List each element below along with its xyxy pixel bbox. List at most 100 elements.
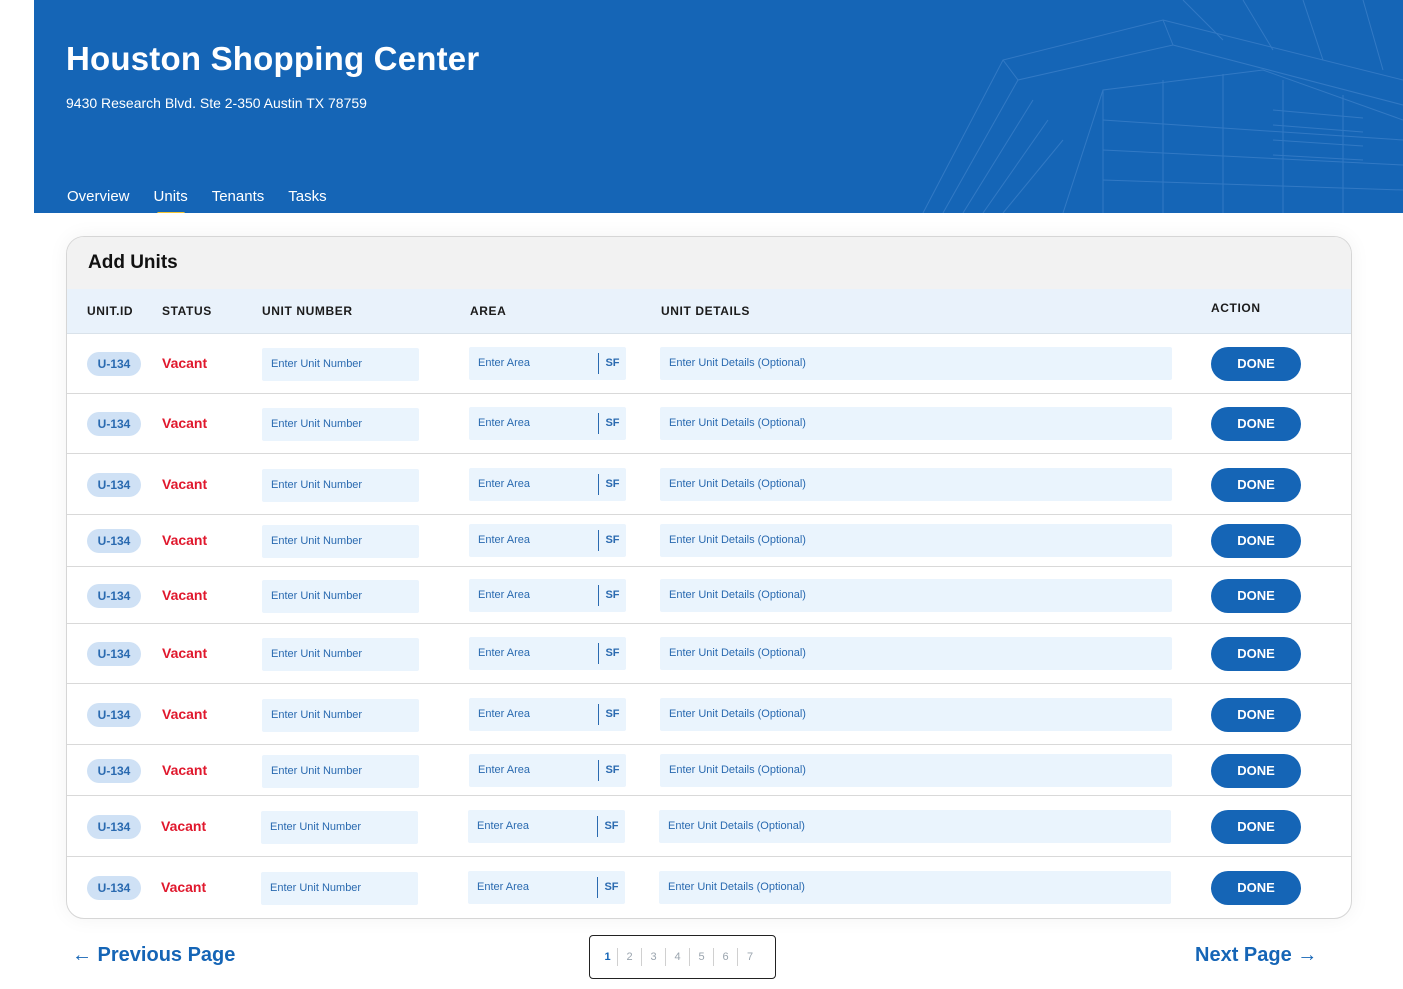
- column-header-unit-number: UNIT NUMBER: [262, 304, 353, 318]
- unit-details-input[interactable]: Enter Unit Details (Optional): [660, 407, 1172, 440]
- page-number-5[interactable]: 5: [690, 948, 714, 966]
- unit-number-input[interactable]: Enter Unit Number: [261, 872, 418, 905]
- area-input[interactable]: Enter Area SF: [469, 407, 626, 440]
- unit-id-badge: U-134: [87, 815, 141, 839]
- area-input-placeholder: Enter Area: [477, 881, 529, 893]
- area-input[interactable]: Enter Area SF: [469, 347, 626, 380]
- done-button[interactable]: DONE: [1211, 407, 1301, 441]
- status-text: Vacant: [162, 587, 208, 603]
- area-input[interactable]: Enter Area SF: [469, 468, 626, 501]
- unit-details-input[interactable]: Enter Unit Details (Optional): [659, 871, 1171, 904]
- status-text: Vacant: [162, 762, 208, 778]
- previous-page-link[interactable]: ← Previous Page: [72, 944, 235, 967]
- unit-details-input[interactable]: Enter Unit Details (Optional): [660, 524, 1172, 557]
- building-sketch-illustration: [922, 0, 1403, 213]
- page-number-6[interactable]: 6: [714, 948, 738, 966]
- unit-number-input[interactable]: Enter Unit Number: [262, 469, 419, 502]
- unit-details-input[interactable]: Enter Unit Details (Optional): [660, 754, 1172, 787]
- page-number-7[interactable]: 7: [738, 948, 762, 966]
- area-input[interactable]: Enter Area SF: [469, 579, 626, 612]
- area-unit-label: SF: [598, 760, 626, 781]
- area-unit-label: SF: [598, 704, 626, 725]
- status-text: Vacant: [161, 879, 207, 895]
- done-button[interactable]: DONE: [1211, 754, 1301, 788]
- unit-number-input[interactable]: Enter Unit Number: [261, 811, 418, 844]
- area-unit-label: SF: [598, 530, 626, 551]
- column-header-unit-id: UNIT.ID: [87, 304, 134, 318]
- done-button[interactable]: DONE: [1211, 698, 1301, 732]
- area-unit-label: SF: [598, 413, 626, 434]
- done-button[interactable]: DONE: [1211, 579, 1301, 613]
- area-input-placeholder: Enter Area: [478, 478, 530, 490]
- done-button[interactable]: DONE: [1211, 524, 1301, 558]
- area-unit-label: SF: [598, 643, 626, 664]
- table-row: U-134 Vacant Enter Unit Number Enter Are…: [67, 745, 1351, 796]
- area-unit-label: SF: [598, 474, 626, 495]
- unit-id-badge: U-134: [87, 642, 141, 666]
- unit-details-input[interactable]: Enter Unit Details (Optional): [660, 698, 1172, 731]
- area-input[interactable]: Enter Area SF: [469, 754, 626, 787]
- page-number-1[interactable]: 1: [598, 948, 618, 966]
- area-input[interactable]: Enter Area SF: [468, 871, 625, 904]
- done-button[interactable]: DONE: [1211, 637, 1301, 671]
- unit-number-input[interactable]: Enter Unit Number: [262, 348, 419, 381]
- unit-id-badge: U-134: [87, 584, 141, 608]
- card-title: Add Units: [88, 252, 178, 273]
- unit-id-badge: U-134: [87, 703, 141, 727]
- area-input-placeholder: Enter Area: [477, 820, 529, 832]
- status-text: Vacant: [162, 532, 208, 548]
- tab-tasks[interactable]: Tasks: [288, 188, 326, 205]
- unit-details-input[interactable]: Enter Unit Details (Optional): [659, 810, 1171, 843]
- property-address: 9430 Research Blvd. Ste 2-350 Austin TX …: [66, 95, 367, 111]
- area-unit-label: SF: [597, 877, 625, 898]
- area-unit-label: SF: [597, 816, 625, 837]
- done-button[interactable]: DONE: [1211, 871, 1301, 905]
- table-row: U-134 Vacant Enter Unit Number Enter Are…: [67, 684, 1351, 745]
- page-number-3[interactable]: 3: [642, 948, 666, 966]
- done-button[interactable]: DONE: [1211, 347, 1301, 381]
- unit-details-input[interactable]: Enter Unit Details (Optional): [660, 347, 1172, 380]
- tab-tenants[interactable]: Tenants: [212, 188, 265, 205]
- table-row: U-134 Vacant Enter Unit Number Enter Are…: [67, 515, 1351, 567]
- table-row: U-134 Vacant Enter Unit Number Enter Are…: [67, 454, 1351, 515]
- unit-id-badge: U-134: [87, 876, 141, 900]
- status-text: Vacant: [162, 645, 208, 661]
- next-page-link[interactable]: Next Page →: [1195, 944, 1317, 967]
- area-input-placeholder: Enter Area: [478, 647, 530, 659]
- done-button[interactable]: DONE: [1211, 810, 1301, 844]
- table-header: UNIT.ID STATUS UNIT NUMBER AREA UNIT DET…: [67, 289, 1351, 334]
- area-unit-label: SF: [598, 585, 626, 606]
- done-button[interactable]: DONE: [1211, 468, 1301, 502]
- column-header-unit-details: UNIT DETAILS: [661, 304, 750, 318]
- unit-number-input[interactable]: Enter Unit Number: [262, 408, 419, 441]
- area-input[interactable]: Enter Area SF: [469, 698, 626, 731]
- tab-units[interactable]: Units: [154, 188, 188, 213]
- property-header: Houston Shopping Center 9430 Research Bl…: [34, 0, 1403, 213]
- unit-number-input[interactable]: Enter Unit Number: [262, 580, 419, 613]
- pagination: 1234567: [589, 935, 776, 979]
- unit-id-badge: U-134: [87, 352, 141, 376]
- area-input-placeholder: Enter Area: [478, 708, 530, 720]
- unit-details-input[interactable]: Enter Unit Details (Optional): [660, 579, 1172, 612]
- page-title: Houston Shopping Center: [66, 40, 480, 77]
- card-header: Add Units: [67, 237, 1351, 289]
- page-number-4[interactable]: 4: [666, 948, 690, 966]
- area-input[interactable]: Enter Area SF: [468, 810, 625, 843]
- area-input[interactable]: Enter Area SF: [469, 524, 626, 557]
- page-number-2[interactable]: 2: [618, 948, 642, 966]
- unit-number-input[interactable]: Enter Unit Number: [262, 638, 419, 671]
- table-row: U-134 Vacant Enter Unit Number Enter Are…: [67, 567, 1351, 624]
- add-units-card: Add Units UNIT.ID STATUS UNIT NUMBER ARE…: [66, 236, 1352, 919]
- unit-id-badge: U-134: [87, 473, 141, 497]
- tab-bar: Overview Units Tenants Tasks: [67, 188, 351, 213]
- status-text: Vacant: [162, 476, 208, 492]
- unit-id-badge: U-134: [87, 529, 141, 553]
- tab-overview[interactable]: Overview: [67, 188, 130, 205]
- unit-id-badge: U-134: [87, 759, 141, 783]
- area-input[interactable]: Enter Area SF: [469, 637, 626, 670]
- unit-number-input[interactable]: Enter Unit Number: [262, 699, 419, 732]
- unit-number-input[interactable]: Enter Unit Number: [262, 755, 419, 788]
- unit-details-input[interactable]: Enter Unit Details (Optional): [660, 468, 1172, 501]
- unit-number-input[interactable]: Enter Unit Number: [262, 525, 419, 558]
- unit-details-input[interactable]: Enter Unit Details (Optional): [660, 637, 1172, 670]
